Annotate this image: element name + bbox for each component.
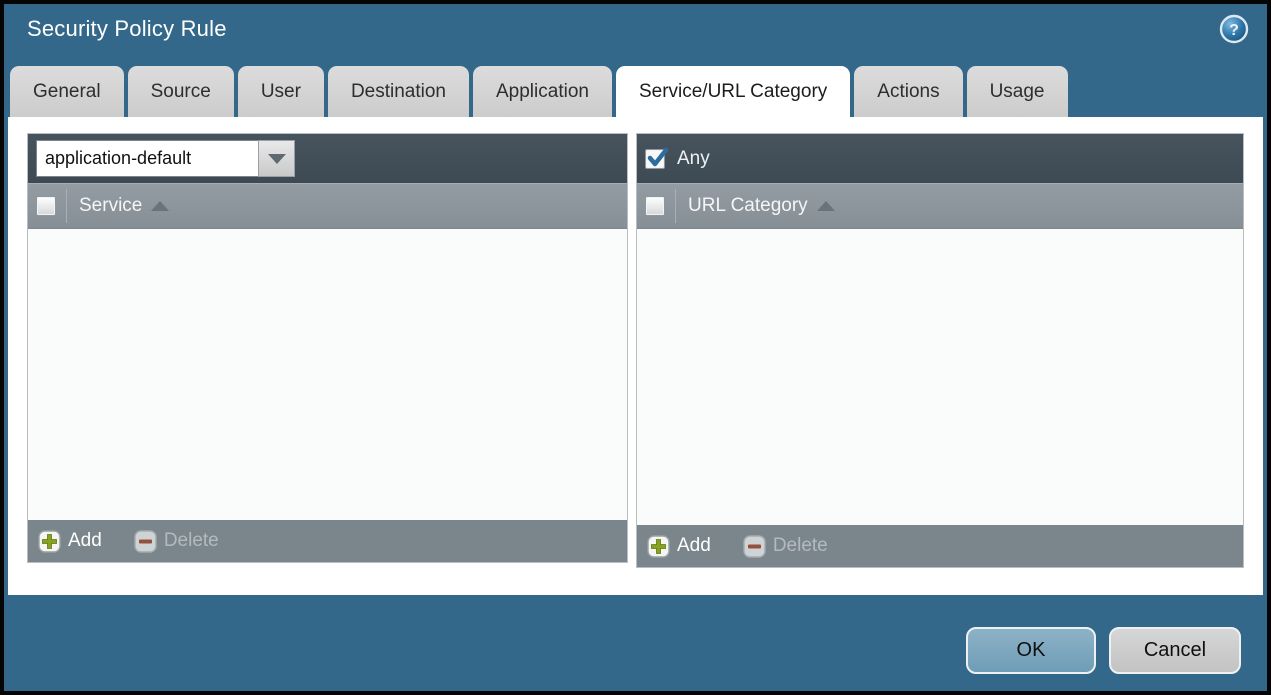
- add-label: Add: [68, 530, 102, 551]
- check-mark-icon: [647, 147, 669, 166]
- service-add-button[interactable]: Add: [38, 529, 102, 553]
- cancel-button[interactable]: Cancel: [1109, 627, 1241, 674]
- ok-button[interactable]: OK: [966, 627, 1096, 674]
- url-category-toolbar: Any: [637, 134, 1243, 183]
- service-footer-bar: Add Delete: [28, 520, 627, 562]
- delete-label: Delete: [163, 530, 219, 551]
- service-type-dropdown-button[interactable]: [258, 140, 295, 177]
- tab-general[interactable]: General: [10, 66, 124, 117]
- delete-label: Delete: [772, 535, 828, 556]
- tab-usage[interactable]: Usage: [966, 66, 1068, 117]
- security-policy-rule-dialog: Security Policy Rule ? General Source Us…: [0, 0, 1271, 695]
- url-category-add-button[interactable]: Add: [647, 534, 711, 558]
- service-toolbar: [28, 134, 627, 183]
- service-delete-button[interactable]: Delete: [134, 529, 219, 553]
- url-category-delete-button[interactable]: Delete: [743, 534, 828, 558]
- sort-ascending-icon: [151, 201, 170, 211]
- url-category-list: [637, 229, 1243, 525]
- url-category-select-all-checkbox[interactable]: [645, 196, 665, 216]
- tab-content: Service Add Delete: [8, 117, 1263, 595]
- url-category-column-header-row: URL Category: [637, 183, 1243, 229]
- service-column-header-row: Service: [28, 183, 627, 229]
- service-type-input[interactable]: [36, 140, 258, 177]
- tab-source[interactable]: Source: [127, 66, 234, 117]
- tab-service-url-category[interactable]: Service/URL Category: [615, 66, 851, 117]
- service-list: [28, 229, 627, 520]
- dialog-title: Security Policy Rule: [27, 16, 227, 41]
- url-category-footer-bar: Add Delete: [637, 525, 1243, 567]
- add-icon: [38, 529, 61, 553]
- tab-actions[interactable]: Actions: [854, 66, 963, 117]
- tab-application[interactable]: Application: [473, 66, 612, 117]
- delete-icon: [743, 534, 766, 558]
- service-column-header[interactable]: Service: [79, 195, 142, 217]
- sort-ascending-icon: [816, 201, 835, 211]
- add-label: Add: [677, 535, 711, 556]
- tab-user[interactable]: User: [237, 66, 324, 117]
- tab-bar: General Source User Destination Applicat…: [10, 66, 1068, 117]
- url-category-column-header[interactable]: URL Category: [688, 195, 808, 217]
- service-panel: Service Add Delete: [27, 133, 628, 563]
- url-category-panel: Any URL Category Add Delete: [636, 133, 1244, 568]
- help-icon[interactable]: ?: [1219, 14, 1249, 44]
- any-checkbox[interactable]: [645, 147, 669, 169]
- service-type-combobox: [36, 140, 295, 177]
- column-separator: [66, 189, 67, 223]
- delete-icon: [134, 529, 157, 553]
- service-select-all-checkbox[interactable]: [36, 196, 56, 216]
- any-label: Any: [677, 147, 710, 169]
- dialog-action-buttons: OK Cancel: [966, 627, 1241, 674]
- svg-text:?: ?: [1229, 22, 1239, 39]
- add-icon: [647, 534, 670, 558]
- column-separator: [675, 189, 676, 223]
- tab-destination[interactable]: Destination: [327, 66, 469, 117]
- chevron-down-icon: [267, 153, 286, 164]
